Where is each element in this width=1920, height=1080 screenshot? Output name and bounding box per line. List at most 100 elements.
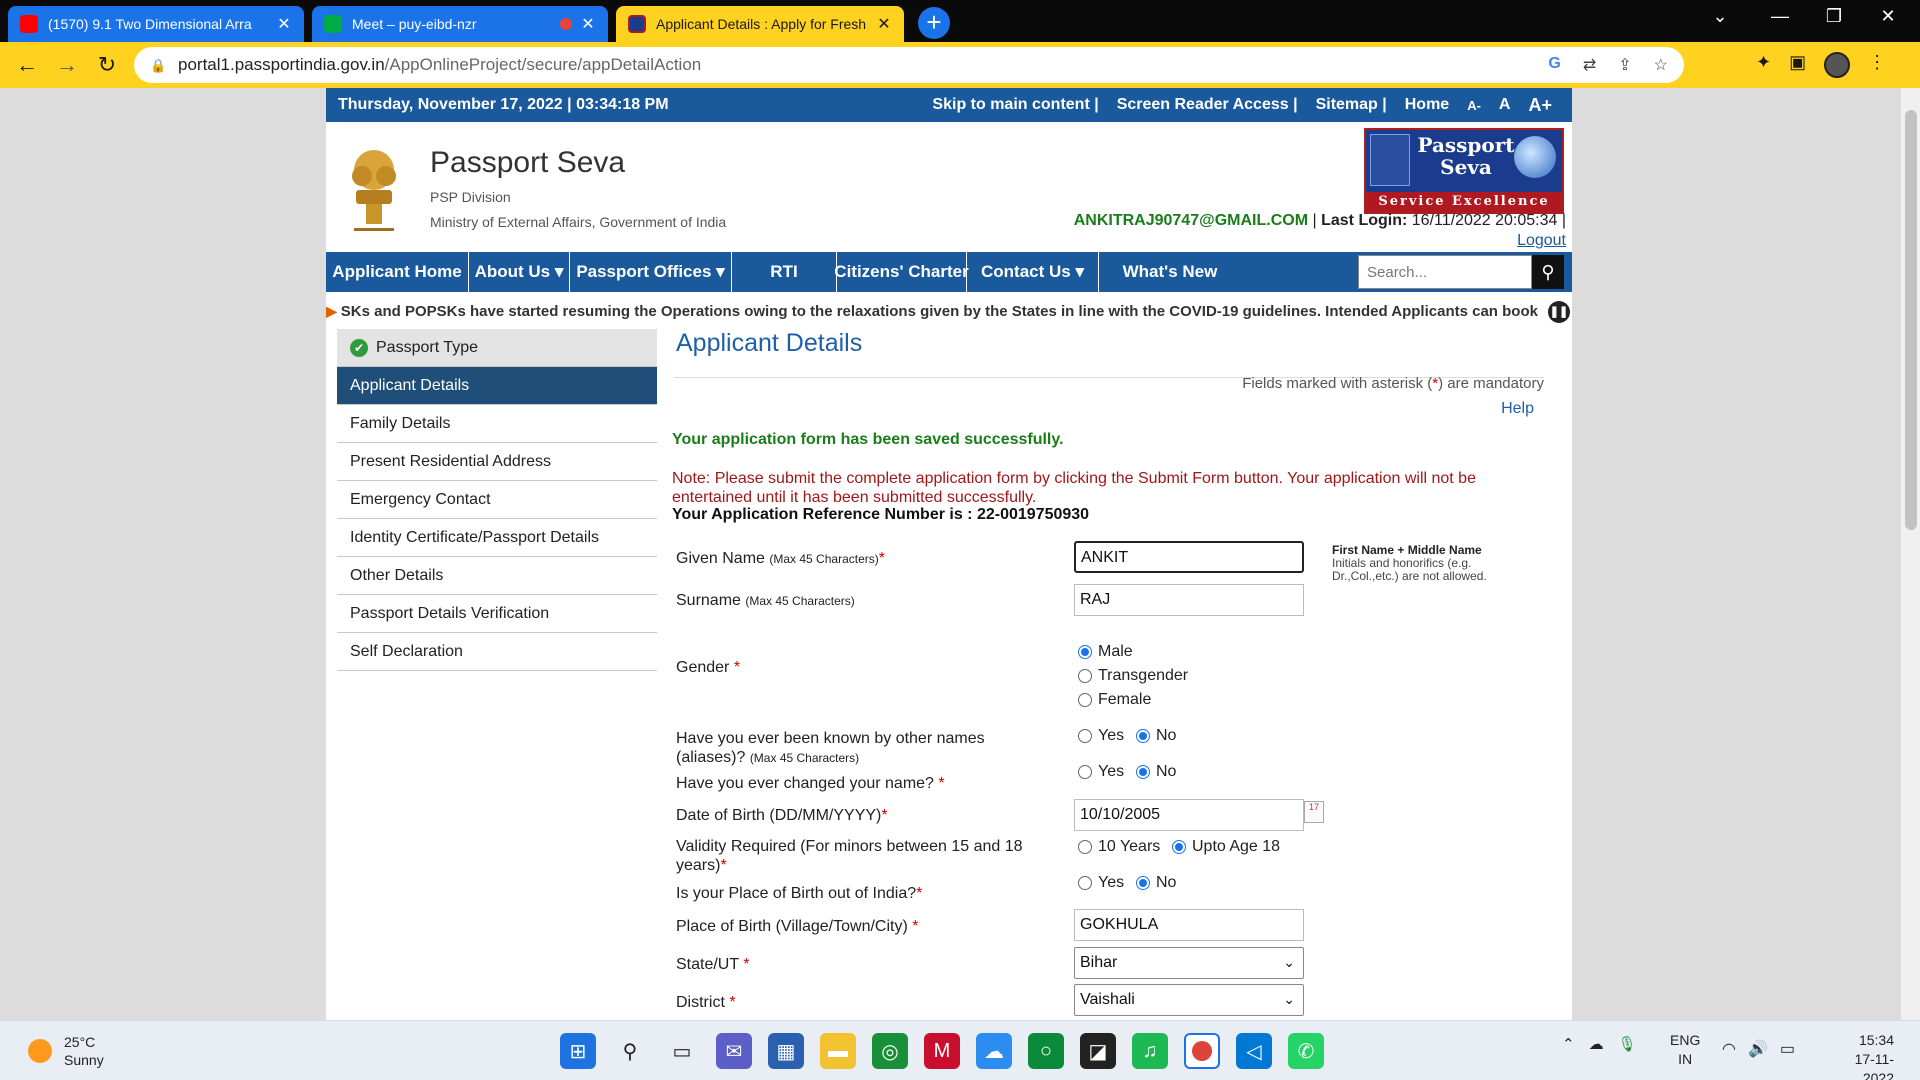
spotify-icon[interactable]: ♫	[1132, 1033, 1168, 1069]
side-panel-icon[interactable]: ▣	[1789, 52, 1806, 78]
close-icon[interactable]: ✕	[276, 14, 292, 34]
given-name-input[interactable]: ANKIT	[1074, 541, 1304, 573]
sidebar-item-family-details[interactable]: Family Details	[337, 405, 657, 443]
page-scrollbar[interactable]	[1900, 88, 1920, 1020]
gender-transgender-radio[interactable]: Transgender	[1078, 667, 1188, 685]
last-login-value: 16/11/2022 20:05:34	[1411, 212, 1558, 229]
dob-input[interactable]: 10/10/2005	[1074, 799, 1304, 831]
new-tab-button[interactable]: +	[918, 7, 950, 39]
address-bar[interactable]: 🔒 portal1.passportindia.gov.in/AppOnline…	[134, 47, 1684, 83]
close-window-button[interactable]: ✕	[1868, 6, 1908, 27]
app-icon[interactable]: ○	[1028, 1033, 1064, 1069]
profile-avatar[interactable]	[1824, 52, 1851, 78]
task-view-icon[interactable]: ▭	[664, 1033, 700, 1069]
tab-search-icon[interactable]: ⌄	[1700, 6, 1740, 27]
clock[interactable]: 15:34 17-11-2022	[1824, 1031, 1894, 1080]
microsoft-store-icon[interactable]: ▦	[768, 1033, 804, 1069]
aliases-no-radio[interactable]: No	[1136, 727, 1176, 745]
site-search-input[interactable]: Search...	[1358, 255, 1532, 289]
pob-out-label: Is your Place of Birth out of India?*	[676, 885, 923, 902]
onedrive-icon[interactable]: ☁	[1589, 1035, 1604, 1053]
language-indicator[interactable]: ENG IN	[1670, 1031, 1700, 1069]
app-icon[interactable]: ◎	[872, 1033, 908, 1069]
minimize-button[interactable]: —	[1760, 6, 1800, 27]
chat-icon[interactable]: ✉	[716, 1033, 752, 1069]
validity-10-years-radio[interactable]: 10 Years	[1078, 838, 1160, 856]
calendar-icon[interactable]: 17	[1304, 801, 1324, 823]
font-normal-link[interactable]: A	[1499, 96, 1511, 114]
restore-button[interactable]: ❐	[1814, 6, 1854, 27]
mcafee-icon[interactable]: M	[924, 1033, 960, 1069]
label-text: State/UT	[676, 956, 739, 973]
reload-button[interactable]: ↻	[92, 50, 122, 80]
sidebar-item-emergency-contact[interactable]: Emergency Contact	[337, 481, 657, 519]
label-text: Gender	[676, 659, 730, 676]
sitemap-link[interactable]: Sitemap |	[1316, 96, 1387, 114]
skip-to-main-link[interactable]: Skip to main content |	[932, 96, 1098, 114]
sidebar-item-present-address[interactable]: Present Residential Address	[337, 443, 657, 481]
vscode-icon[interactable]: ◁	[1236, 1033, 1272, 1069]
search-icon[interactable]: ⚲	[612, 1033, 648, 1069]
gender-male-radio[interactable]: Male	[1078, 643, 1133, 661]
forward-button[interactable]: →	[52, 50, 82, 80]
share-icon[interactable]: ⇪	[1618, 55, 1631, 75]
extensions-icon[interactable]: ✦	[1756, 52, 1771, 78]
windows-start-icon[interactable]: ⊞	[560, 1033, 596, 1069]
sidebar-item-passport-type[interactable]: ✔ Passport Type	[337, 329, 657, 367]
time: 15:34	[1858, 1032, 1894, 1048]
pob-out-no-radio[interactable]: No	[1136, 874, 1176, 892]
microphone-icon[interactable]: 🎙	[1618, 1035, 1637, 1053]
weather-app-icon[interactable]: ☁	[976, 1033, 1012, 1069]
nav-contact-us[interactable]: Contact Us ▾	[967, 252, 1099, 292]
close-icon[interactable]: ✕	[580, 14, 596, 34]
sidebar-item-self-declaration[interactable]: Self Declaration	[337, 633, 657, 671]
radio-label: Yes	[1098, 727, 1125, 744]
sticky-notes-icon[interactable]: ◪	[1080, 1033, 1116, 1069]
changed-name-no-radio[interactable]: No	[1136, 763, 1176, 781]
district-select[interactable]: Vaishali ⌄	[1074, 984, 1304, 1016]
home-link[interactable]: Home	[1405, 96, 1449, 114]
validity-upto-18-radio[interactable]: Upto Age 18	[1172, 838, 1280, 856]
sidebar-item-identity-certificate[interactable]: Identity Certificate/Passport Details	[337, 519, 657, 557]
chrome-icon[interactable]	[1184, 1033, 1220, 1069]
font-smaller-link[interactable]: A-	[1467, 98, 1481, 113]
google-icon[interactable]: G	[1548, 55, 1560, 75]
state-select[interactable]: Bihar ⌄	[1074, 947, 1304, 979]
nav-whats-new[interactable]: What's New	[1099, 252, 1241, 292]
back-button[interactable]: ←	[12, 50, 42, 80]
changed-name-yes-radio[interactable]: Yes	[1078, 763, 1124, 781]
weather-widget[interactable]: 25°C Sunny	[28, 1033, 104, 1069]
nav-applicant-home[interactable]: Applicant Home	[326, 252, 469, 292]
quick-settings[interactable]: ◠ 🔊 ▭	[1722, 1039, 1795, 1059]
file-explorer-icon[interactable]: ▬	[820, 1033, 856, 1069]
scrollbar-thumb[interactable]	[1905, 110, 1917, 530]
menu-icon[interactable]: ⋮	[1868, 52, 1886, 78]
nav-passport-offices[interactable]: Passport Offices ▾	[570, 252, 732, 292]
tab-applicant-details[interactable]: Applicant Details : Apply for Fresh ✕	[616, 6, 904, 42]
search-icon[interactable]: ⚲	[1532, 255, 1564, 289]
chevron-up-icon[interactable]: ⌃	[1562, 1035, 1575, 1053]
screen-reader-link[interactable]: Screen Reader Access |	[1117, 96, 1298, 114]
nav-rti[interactable]: RTI	[732, 252, 837, 292]
nav-about-us[interactable]: About Us ▾	[469, 252, 570, 292]
whatsapp-icon[interactable]: ✆	[1288, 1033, 1324, 1069]
bookmark-star-icon[interactable]: ☆	[1654, 55, 1668, 75]
sidebar-item-applicant-details[interactable]: Applicant Details	[337, 367, 657, 405]
validity-label: Validity Required (For minors between 15…	[676, 838, 1023, 874]
pob-out-yes-radio[interactable]: Yes	[1078, 874, 1124, 892]
sidebar-item-passport-verification[interactable]: Passport Details Verification	[337, 595, 657, 633]
surname-input[interactable]: RAJ	[1074, 584, 1304, 616]
aliases-yes-radio[interactable]: Yes	[1078, 727, 1124, 745]
tab-google-meet[interactable]: Meet – puy-eibd-nzr ✕	[312, 6, 608, 42]
gender-female-radio[interactable]: Female	[1078, 691, 1151, 709]
font-larger-link[interactable]: A+	[1528, 95, 1552, 116]
pob-input[interactable]: GOKHULA	[1074, 909, 1304, 941]
sidebar-item-other-details[interactable]: Other Details	[337, 557, 657, 595]
close-icon[interactable]: ✕	[876, 14, 892, 34]
nav-citizens-charter[interactable]: Citizens' Charter	[834, 252, 969, 292]
pause-icon[interactable]: ❚❚	[1548, 301, 1570, 323]
translate-icon[interactable]: ⇄	[1583, 55, 1596, 75]
help-link[interactable]: Help	[1501, 400, 1534, 418]
logout-link[interactable]: Logout	[1517, 232, 1566, 250]
tab-youtube[interactable]: (1570) 9.1 Two Dimensional Arra ✕	[8, 6, 304, 42]
